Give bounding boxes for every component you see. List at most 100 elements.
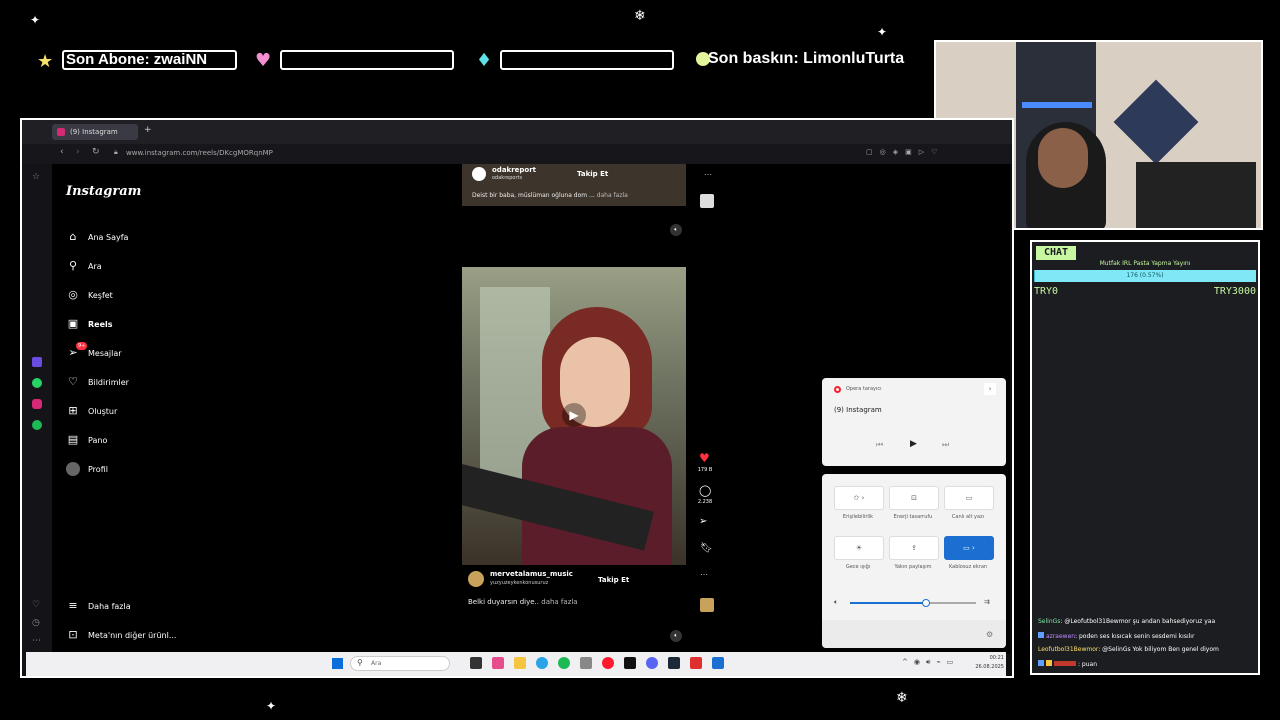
reel-top-username[interactable]: odakreport xyxy=(492,166,536,174)
nearby-share-tile[interactable]: ⇪ xyxy=(889,536,939,560)
tile-label: Kablosuz ekran xyxy=(948,564,988,570)
instagram-icon[interactable] xyxy=(32,399,42,409)
streamer-face xyxy=(1038,128,1088,188)
audio-output-icon[interactable]: ⇉ xyxy=(984,598,990,606)
system-tray-icons[interactable]: ^◉🔊︎⌁▭ xyxy=(902,658,959,667)
expand-icon[interactable]: › xyxy=(984,383,996,395)
save-icon[interactable]: 🔖︎ xyxy=(700,543,713,554)
quick-settings-footer xyxy=(822,620,1006,648)
nav-reels[interactable]: ▣ Reels xyxy=(66,317,113,331)
more-icon[interactable]: ⋯ xyxy=(32,636,41,646)
nav-dashboard[interactable]: ▤ Pano xyxy=(66,433,108,447)
audio-thumbnail[interactable] xyxy=(700,598,714,612)
reel-top-video[interactable]: odakreport odakreports Takip Et Deist bi… xyxy=(462,164,686,206)
reload-icon[interactable]: ↻ xyxy=(92,147,100,157)
tile-label: Yakın paylaşım xyxy=(894,564,932,570)
like-icon[interactable]: ♥ xyxy=(699,451,710,465)
more-options-icon[interactable]: ⋯ xyxy=(700,570,708,579)
empty-box xyxy=(280,50,454,70)
aria-icon[interactable] xyxy=(32,357,42,367)
goal-title: Mutfak IRL Pasta Yapma Yayını xyxy=(1099,260,1191,267)
tab-instagram[interactable]: (9) Instagram xyxy=(52,124,138,140)
nav-explore[interactable]: ◎ Keşfet xyxy=(66,288,113,302)
nav-home[interactable]: ⌂ Ana Sayfa xyxy=(66,230,129,244)
compass-icon: ◎ xyxy=(68,288,78,301)
accessibility-tile[interactable]: ✩ › xyxy=(834,486,884,510)
nav-search[interactable]: ⚲ Ara xyxy=(66,259,102,273)
avatar[interactable] xyxy=(468,571,484,587)
messages-badge: 9+ xyxy=(76,342,88,350)
instagram-sidebar: Instagram ⌂ Ana Sayfa ⚲ Ara ◎ Keşfet ▣ Reels… xyxy=(52,164,181,654)
quick-settings: ✩ › Erişilebilirlik ⊡ Enerji tasarrufu ▭… xyxy=(822,474,1006,648)
taskbar-search[interactable]: ⚲ Ara xyxy=(350,656,450,671)
spotify-icon[interactable] xyxy=(558,657,570,669)
volume-thumb[interactable] xyxy=(921,599,930,607)
audio-thumbnail[interactable] xyxy=(700,194,714,208)
volume-slider[interactable] xyxy=(850,599,976,607)
reels-icon: ▣ xyxy=(67,317,79,330)
night-light-tile[interactable]: ☀ xyxy=(834,536,884,560)
taskbar-date[interactable]: 26.08.2025 xyxy=(964,664,1004,670)
reel-top-follow-button[interactable]: Takip Et xyxy=(577,170,608,178)
nav-create[interactable]: ⊞ Oluştur xyxy=(66,404,117,418)
reel-main-follow-button[interactable]: Takip Et xyxy=(598,576,629,584)
volume-icon: 🔈︎ xyxy=(834,598,839,606)
share-icon[interactable]: ➢ xyxy=(699,516,707,527)
instagram-logo[interactable]: Instagram xyxy=(66,184,141,199)
star-outline-icon[interactable]: ☆ xyxy=(32,172,40,182)
heart-outline-icon[interactable]: ♡ xyxy=(32,600,40,610)
toolbar-icons[interactable]: ▢◎◈▣▷♡ xyxy=(866,148,944,156)
nav-more[interactable]: ≡ Daha fazla xyxy=(66,599,130,613)
taskbar-time[interactable]: 00:21 xyxy=(964,655,1004,661)
nav-meta[interactable]: ⊡ Meta'nın diğer ürünl... xyxy=(66,628,176,642)
mute-icon[interactable]: 🔈︎ xyxy=(670,630,682,642)
copilot-icon[interactable] xyxy=(492,657,504,669)
forward-icon[interactable]: › xyxy=(76,147,80,157)
reel-main-video[interactable]: ▶ xyxy=(462,267,686,565)
more-options-icon[interactable]: ⋯ xyxy=(704,170,712,179)
play-pause-button[interactable]: ▶ xyxy=(910,439,917,449)
address-bar: ‹ › ↻ 🔒︎ www.instagram.com/reels/DKcgMOR… xyxy=(22,144,1012,164)
new-tab-button[interactable]: + xyxy=(144,125,152,135)
settings-gear-icon[interactable]: ⚙ xyxy=(986,630,993,639)
windows-start-icon[interactable] xyxy=(332,658,343,669)
avatar[interactable] xyxy=(472,167,486,181)
lock-icon: 🔒︎ xyxy=(114,148,118,156)
wall-art xyxy=(1113,79,1199,165)
chat-panel: CHAT Mutfak IRL Pasta Yapma Yayını 176 (… xyxy=(1030,240,1260,675)
reel-main-username[interactable]: mervetalamus_music xyxy=(490,570,573,578)
url-field[interactable]: www.instagram.com/reels/DKcgMORqnMP xyxy=(126,149,273,157)
energy-saver-tile[interactable]: ⊡ xyxy=(889,486,939,510)
app-icon[interactable] xyxy=(712,657,724,669)
history-icon[interactable]: ◷ xyxy=(32,618,40,628)
file-explorer-icon[interactable] xyxy=(514,657,526,669)
app-icon[interactable] xyxy=(580,657,592,669)
chat-message: : puan xyxy=(1038,660,1097,668)
mute-icon[interactable]: 🔈︎ xyxy=(670,224,682,236)
cast-tile[interactable]: ▭ › xyxy=(944,536,994,560)
play-icon[interactable]: ▶ xyxy=(562,403,586,427)
previous-track-icon[interactable]: ⏮︎ xyxy=(876,440,883,450)
opera-icon[interactable] xyxy=(602,657,614,669)
next-track-icon[interactable]: ⏭︎ xyxy=(942,440,949,450)
heart-icon: ♡ xyxy=(68,375,78,388)
tab-bar: (9) Instagram + xyxy=(22,120,1012,144)
live-captions-tile[interactable]: ▭ xyxy=(944,486,994,510)
heart-icon: ♥ xyxy=(255,50,272,71)
nav-profile[interactable]: Profil xyxy=(66,462,108,476)
spotify-icon[interactable] xyxy=(32,420,42,430)
discord-icon[interactable] xyxy=(646,657,658,669)
app-icon[interactable] xyxy=(690,657,702,669)
steam-icon[interactable] xyxy=(668,657,680,669)
comment-icon[interactable]: ◯ xyxy=(699,484,711,497)
edge-icon[interactable] xyxy=(536,657,548,669)
opera-sidebar: ☆ ♡ ◷ ⋯ xyxy=(22,120,52,676)
nav-messages[interactable]: ➢ Mesajlar xyxy=(66,346,121,360)
capcut-icon[interactable] xyxy=(624,657,636,669)
whatsapp-icon[interactable] xyxy=(32,378,42,388)
nav-notifications[interactable]: ♡ Bildirimler xyxy=(66,375,129,389)
sparkle-icon: ✦ xyxy=(266,699,277,713)
task-view-icon[interactable] xyxy=(470,657,482,669)
back-icon[interactable]: ‹ xyxy=(60,147,64,157)
last-raid-label: Son baskın: LimonluTurta xyxy=(708,50,905,67)
